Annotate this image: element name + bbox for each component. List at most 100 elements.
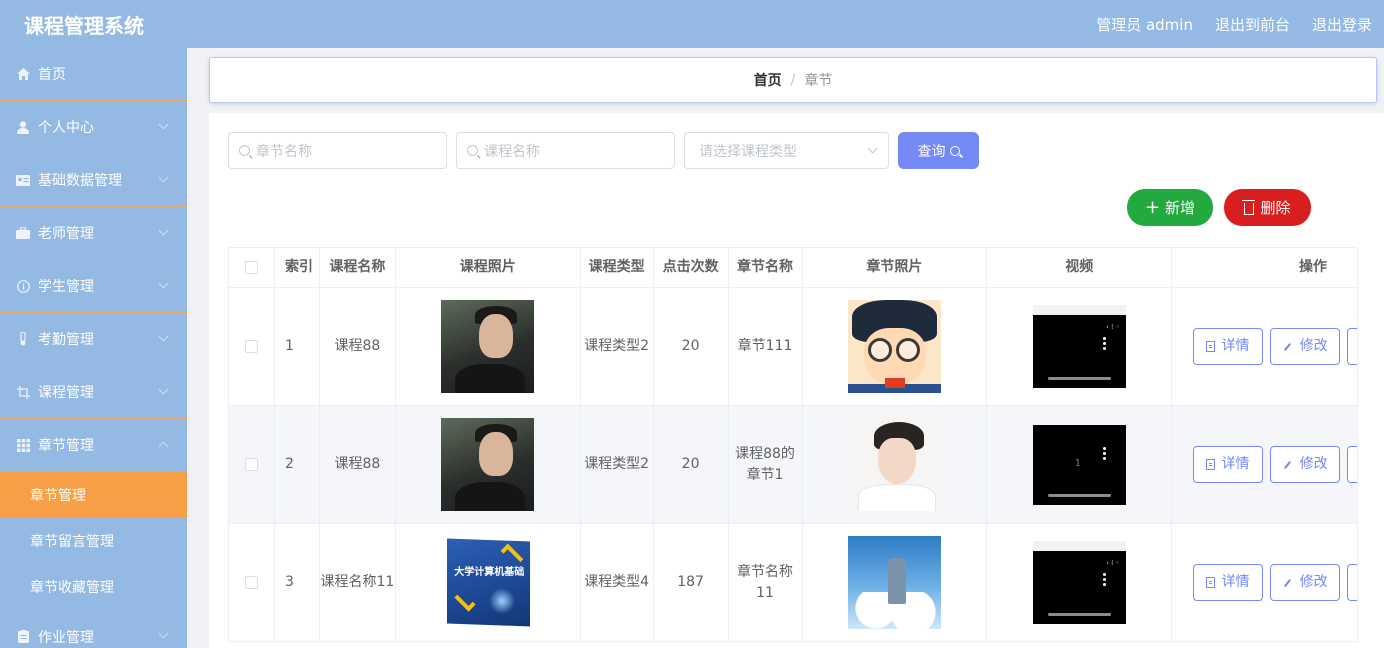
course-name-placeholder: 课程名称 <box>484 143 540 160</box>
chapter-photo-image[interactable] <box>847 536 941 629</box>
cell-course-photo <box>396 406 581 523</box>
course-photo-image[interactable]: 大学计算机基础 <box>441 536 535 629</box>
edit-label: 修改 <box>1299 456 1328 472</box>
exit-to-front-link[interactable]: 退出到前台 <box>1215 14 1290 35</box>
more-vert-icon[interactable] <box>1102 573 1106 576</box>
crop-icon <box>16 385 30 399</box>
video-progress-bar[interactable] <box>1047 613 1111 616</box>
cell-clicks: 20 <box>654 288 729 405</box>
sidebar-item-teachers[interactable]: 老师管理 <box>0 207 187 260</box>
more-action-button[interactable] <box>1347 446 1357 483</box>
sidebar-item-label: 作业管理 <box>38 629 94 646</box>
video-player[interactable]: ‹ ⁞ ◦ <box>1032 305 1126 388</box>
add-button[interactable]: + 新增 <box>1127 189 1213 226</box>
table-row: 3 课程名称11 大学计算机基础 课程类型4 187 章节名称11 ‹ ⁞ ◦ … <box>229 524 1358 642</box>
delete-label: 删除 <box>1260 199 1291 217</box>
trash-icon <box>1242 199 1256 215</box>
sidebar-item-label: 学生管理 <box>38 279 94 295</box>
info-icon <box>16 279 30 293</box>
query-button[interactable]: 查询 <box>898 132 979 169</box>
course-name-input[interactable]: 课程名称 <box>456 132 675 169</box>
thermometer-icon <box>16 332 30 346</box>
add-label: 新增 <box>1165 199 1196 217</box>
header-course-photo: 课程照片 <box>396 248 581 287</box>
cell-course-photo: 大学计算机基础 <box>396 524 581 641</box>
logout-link[interactable]: 退出登录 <box>1312 14 1372 35</box>
sidebar-item-basic-data[interactable]: 基础数据管理 <box>0 154 187 207</box>
more-vert-icon[interactable] <box>1102 446 1106 450</box>
sidebar-item-homework[interactable]: 作业管理 <box>0 610 187 648</box>
cell-index: 1 <box>275 288 320 405</box>
row-checkbox[interactable] <box>244 458 258 471</box>
row-checkbox[interactable] <box>244 576 258 589</box>
cell-chapter-name: 章节名称11 <box>729 524 803 641</box>
more-action-button[interactable] <box>1347 328 1357 365</box>
search-icon <box>239 145 250 156</box>
sidebar-item-attendance[interactable]: 考勤管理 <box>0 313 187 366</box>
video-player[interactable]: 1 <box>1032 424 1126 505</box>
course-type-select[interactable]: 请选择课程类型 <box>684 132 889 169</box>
table-row: 1 课程88 课程类型2 20 章节111 ‹ ⁞ ◦ 详情 修改 <box>229 288 1358 406</box>
admin-label[interactable]: 管理员 admin <box>1096 14 1193 35</box>
breadcrumb-home[interactable]: 首页 <box>754 70 782 90</box>
sidebar-item-label: 个人中心 <box>38 120 94 136</box>
sidebar-item-profile[interactable]: 个人中心 <box>0 101 187 154</box>
cell-actions: 详情 修改 <box>1172 406 1358 523</box>
cell-chapter-photo <box>803 524 988 641</box>
chevron-down-icon <box>158 384 169 395</box>
chapter-name-input[interactable]: 章节名称 <box>228 132 447 169</box>
id-card-icon <box>16 173 30 187</box>
breadcrumb-current: 章节 <box>804 73 833 89</box>
chevron-down-icon <box>158 628 169 639</box>
sidebar-item-chapters[interactable]: 章节管理 <box>0 419 187 472</box>
edit-icon <box>1283 342 1291 351</box>
chapter-photo-image[interactable] <box>847 300 941 393</box>
sidebar-subitem-chapter-manage[interactable]: 章节管理 <box>0 472 187 518</box>
video-progress-bar[interactable] <box>1047 377 1111 380</box>
sidebar-item-label: 老师管理 <box>38 226 94 242</box>
row-checkbox-cell <box>229 288 275 405</box>
sidebar-item-label: 章节管理 <box>38 438 94 454</box>
cell-course-type: 课程类型4 <box>581 524 654 641</box>
detail-button[interactable]: 详情 <box>1193 564 1263 601</box>
video-player[interactable]: ‹ ⁞ ◦ <box>1032 541 1126 624</box>
cell-index: 2 <box>275 406 320 523</box>
more-action-button[interactable] <box>1347 564 1357 601</box>
select-all-checkbox[interactable] <box>244 261 258 274</box>
edit-button[interactable]: 修改 <box>1269 446 1341 483</box>
course-photo-image[interactable] <box>441 300 535 393</box>
more-vert-icon[interactable] <box>1102 337 1106 340</box>
sidebar-item-courses[interactable]: 课程管理 <box>0 366 187 419</box>
sidebar-subitem-chapter-favorites[interactable]: 章节收藏管理 <box>0 564 187 610</box>
chapter-table: 索引 课程名称 课程照片 课程类型 点击次数 章节名称 章节照片 视频 操作 1… <box>228 247 1359 642</box>
chevron-down-icon <box>867 143 878 154</box>
detail-button[interactable]: 详情 <box>1193 328 1263 365</box>
detail-button[interactable]: 详情 <box>1193 446 1263 483</box>
edit-label: 修改 <box>1299 574 1328 590</box>
video-progress-bar[interactable] <box>1047 493 1111 497</box>
edit-button[interactable]: 修改 <box>1269 564 1341 601</box>
clipboard-icon <box>16 630 30 644</box>
sidebar-item-students[interactable]: 学生管理 <box>0 260 187 313</box>
row-checkbox[interactable] <box>244 340 258 353</box>
document-icon <box>1206 577 1216 588</box>
cell-chapter-name: 章节111 <box>729 288 803 405</box>
chevron-up-icon <box>158 441 169 452</box>
cell-course-name: 课程名称11 <box>320 524 396 641</box>
sidebar: 首页 个人中心 基础数据管理 老师管理 学生管理 考勤管理 课程管理 章节管理 … <box>0 48 187 648</box>
detail-label: 详情 <box>1221 456 1250 472</box>
sidebar-item-home[interactable]: 首页 <box>0 48 187 101</box>
header-course-type: 课程类型 <box>581 248 654 287</box>
chapter-photo-image[interactable] <box>847 418 941 511</box>
plus-icon: + <box>1144 196 1161 218</box>
header-checkbox-cell <box>229 248 275 287</box>
app-title: 课程管理系统 <box>24 13 144 38</box>
cell-chapter-photo <box>803 288 988 405</box>
search-bar: 章节名称 课程名称 请选择课程类型 查询 <box>228 132 979 169</box>
delete-button[interactable]: 删除 <box>1224 189 1311 226</box>
sidebar-subitem-chapter-comments[interactable]: 章节留言管理 <box>0 518 187 564</box>
course-photo-image[interactable] <box>441 418 535 511</box>
chevron-down-icon <box>158 172 169 183</box>
edit-button[interactable]: 修改 <box>1269 328 1341 365</box>
chevron-down-icon <box>158 119 169 130</box>
